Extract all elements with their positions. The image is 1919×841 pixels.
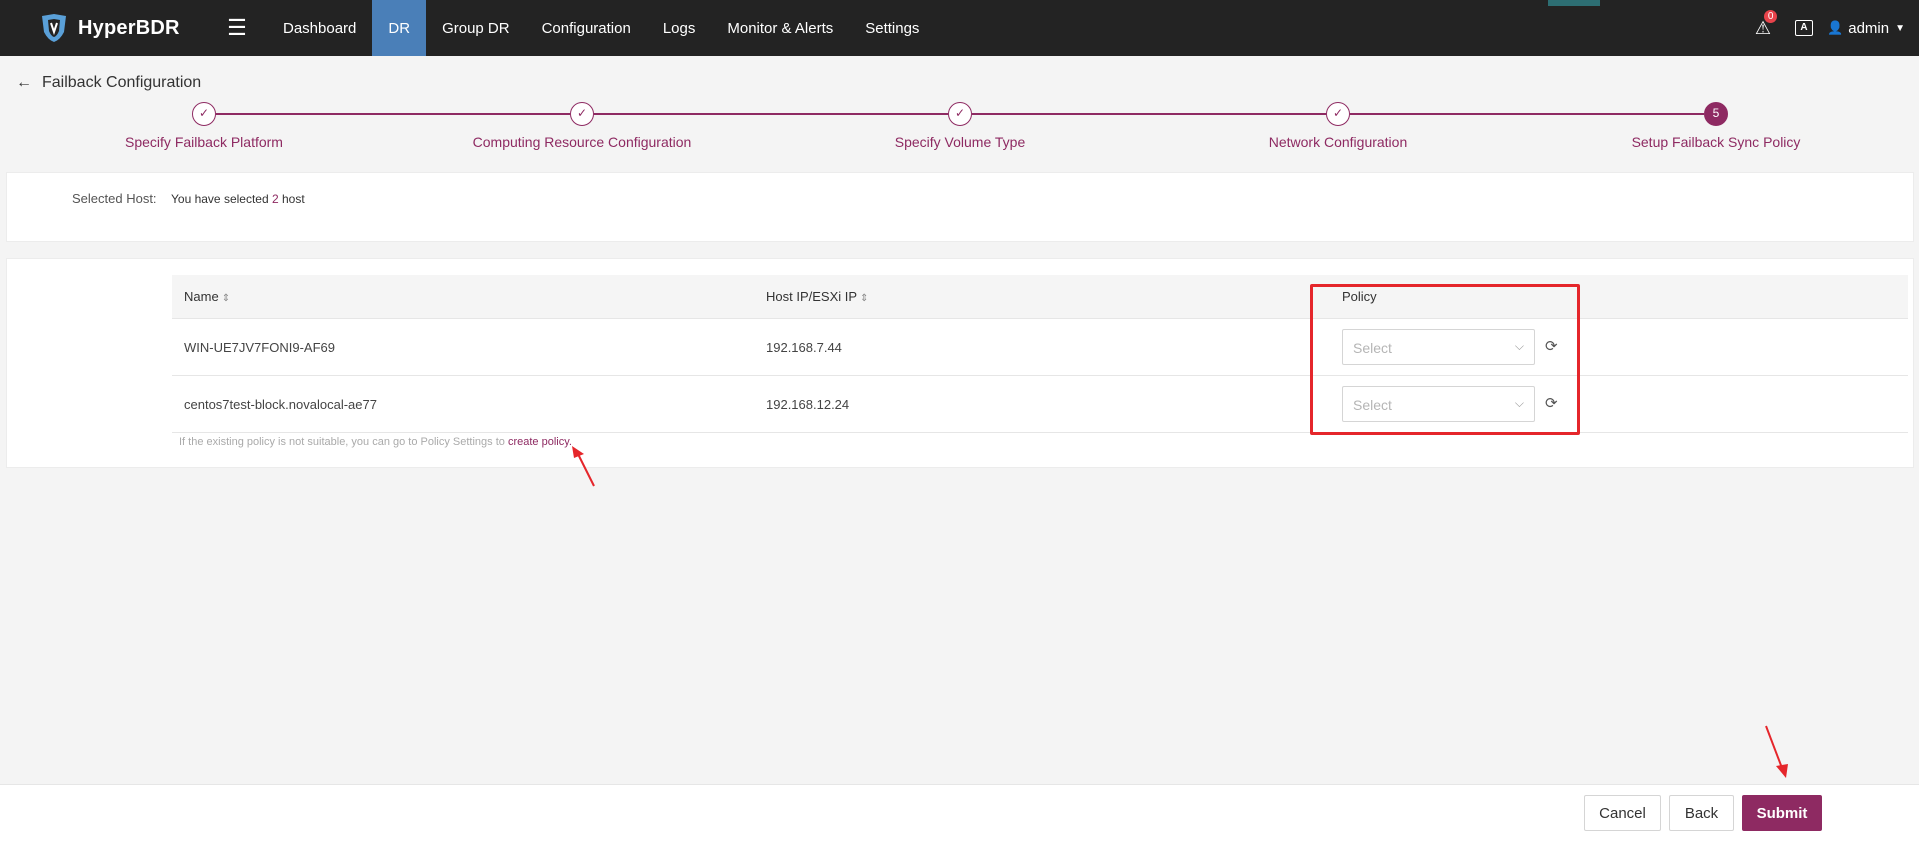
selected-host-card: Selected Host: You have selected 2 host bbox=[6, 172, 1914, 242]
host-name-cell: WIN-UE7JV7FONI9-AF69 bbox=[184, 339, 335, 355]
nav-item-logs[interactable]: Logs bbox=[647, 0, 712, 56]
app-logo[interactable]: HyperBDR bbox=[38, 12, 215, 44]
annotation-highlight-box bbox=[1310, 284, 1580, 435]
step-label: Network Configuration bbox=[1268, 134, 1408, 150]
check-icon: ✓ bbox=[192, 102, 216, 126]
nav-item-monitor-alerts[interactable]: Monitor & Alerts bbox=[711, 0, 849, 56]
check-icon: ✓ bbox=[948, 102, 972, 126]
back-arrow-icon[interactable]: ← bbox=[16, 74, 32, 92]
selected-host-prefix: You have selected bbox=[171, 192, 272, 206]
page-title: Failback Configuration bbox=[42, 74, 202, 91]
alert-count-badge: 0 bbox=[1763, 9, 1778, 23]
shield-logo-icon bbox=[42, 14, 66, 42]
table-header: Name ⇕ Host IP/ESXi IP ⇕ Policy bbox=[172, 275, 1908, 319]
selected-host-suffix: host bbox=[278, 192, 305, 206]
cancel-button[interactable]: Cancel bbox=[1584, 795, 1661, 831]
table-row: WIN-UE7JV7FONI9-AF69 192.168.7.44 Select… bbox=[172, 319, 1908, 376]
step-5: 5 Setup Failback Sync Policy bbox=[1566, 100, 1866, 150]
step-label: Specify Volume Type bbox=[894, 134, 1026, 150]
column-header-ip-label: Host IP/ESXi IP bbox=[766, 289, 858, 304]
user-icon: 👤 bbox=[1827, 20, 1844, 35]
step-label: Computing Resource Configuration bbox=[472, 134, 692, 150]
policy-hint: If the existing policy is not suitable, … bbox=[179, 436, 572, 448]
column-header-name[interactable]: Name ⇕ bbox=[184, 289, 230, 304]
header-actions: ⚠ 0 A 👤 admin ▼ bbox=[1755, 0, 1905, 56]
nav-item-group-dr[interactable]: Group DR bbox=[426, 0, 526, 56]
nav-item-settings[interactable]: Settings bbox=[849, 0, 935, 56]
user-name: admin bbox=[1848, 19, 1890, 37]
column-header-ip[interactable]: Host IP/ESXi IP ⇕ bbox=[766, 289, 868, 304]
submit-button[interactable]: Submit bbox=[1742, 795, 1822, 831]
selected-host-text: You have selected 2 host bbox=[171, 192, 305, 206]
policy-hint-text: If the existing policy is not suitable, … bbox=[179, 436, 508, 448]
page-header: ← Failback Configuration bbox=[16, 74, 201, 92]
main-nav: Dashboard DR Group DR Configuration Logs… bbox=[267, 0, 935, 56]
create-policy-link[interactable]: create policy. bbox=[508, 436, 572, 448]
step-label: Specify Failback Platform bbox=[125, 134, 283, 150]
app-name: HyperBDR bbox=[78, 16, 180, 39]
column-header-name-label: Name bbox=[184, 289, 219, 304]
step-2: ✓ Computing Resource Configuration bbox=[432, 100, 732, 150]
language-icon[interactable]: A bbox=[1795, 20, 1814, 36]
annotation-arrow-icon bbox=[572, 446, 595, 487]
host-policy-table: Name ⇕ Host IP/ESXi IP ⇕ Policy WIN-UE7JV7… bbox=[172, 275, 1908, 433]
nav-item-dr[interactable]: DR bbox=[372, 0, 427, 56]
caret-down-icon: ▼ bbox=[1895, 22, 1905, 34]
alerts-button[interactable]: ⚠ 0 bbox=[1755, 9, 1778, 39]
step-label: Setup Failback Sync Policy bbox=[1631, 134, 1801, 150]
step-number: 5 bbox=[1704, 102, 1728, 126]
selected-host-count: 2 bbox=[271, 192, 279, 206]
sort-icon: ⇕ bbox=[860, 293, 869, 304]
wizard-footer: Cancel Back Submit bbox=[0, 784, 1919, 841]
host-ip-cell: 192.168.12.24 bbox=[766, 396, 850, 412]
sort-icon: ⇕ bbox=[221, 293, 231, 304]
nav-item-dashboard[interactable]: Dashboard bbox=[267, 0, 372, 56]
step-3: ✓ Specify Volume Type bbox=[810, 100, 1110, 150]
check-icon: ✓ bbox=[1326, 102, 1350, 126]
table-row: centos7test-block.novalocal-ae77 192.168… bbox=[172, 376, 1908, 433]
selected-host-label: Selected Host: bbox=[72, 191, 157, 206]
check-icon: ✓ bbox=[570, 102, 594, 126]
host-name-cell: centos7test-block.novalocal-ae77 bbox=[184, 396, 377, 412]
annotation-arrow-icon bbox=[1765, 725, 1788, 778]
back-button[interactable]: Back bbox=[1669, 795, 1734, 831]
top-navbar: HyperBDR ☰ Dashboard DR Group DR Configu… bbox=[0, 0, 1919, 56]
policy-table-card: Name ⇕ Host IP/ESXi IP ⇕ Policy WIN-UE7JV7… bbox=[6, 258, 1914, 468]
nav-item-configuration[interactable]: Configuration bbox=[526, 0, 647, 56]
menu-toggle-icon[interactable]: ☰ bbox=[217, 15, 257, 41]
user-menu[interactable]: 👤 admin ▼ bbox=[1827, 20, 1905, 37]
top-decoration bbox=[1548, 0, 1600, 6]
step-4: ✓ Network Configuration bbox=[1188, 100, 1488, 150]
step-1: ✓ Specify Failback Platform bbox=[54, 100, 354, 150]
wizard-stepper: ✓ Specify Failback Platform ✓ Computing … bbox=[0, 100, 1919, 160]
host-ip-cell: 192.168.7.44 bbox=[766, 339, 842, 355]
